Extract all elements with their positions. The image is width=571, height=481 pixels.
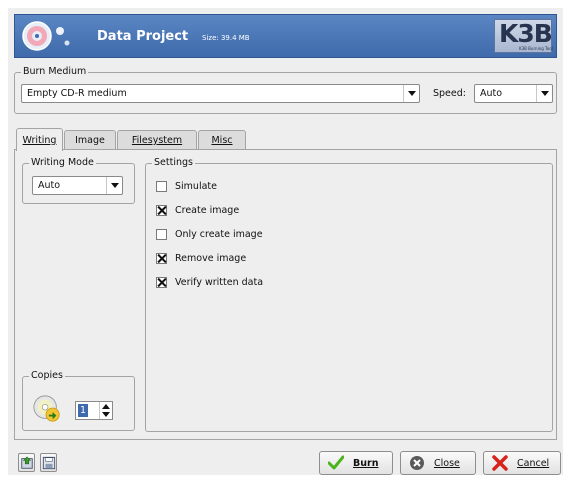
burn-button-label: Burn [353, 457, 379, 469]
medium-select-value: Empty CD-R medium [27, 88, 127, 99]
speed-label: Speed: [433, 88, 466, 99]
speed-select-value: Auto [480, 88, 503, 99]
decor-dots-icon [56, 27, 70, 46]
only-create-image-checkbox[interactable] [156, 228, 167, 240]
k3b-logo-subtext: K3B Burning Tool [519, 46, 553, 51]
k3b-logo-text: K3B [499, 19, 553, 48]
tab-filesystem[interactable]: Filesystem [117, 130, 197, 150]
option-only-create-image[interactable]: Only create image [156, 227, 263, 241]
option-verify-written-data[interactable]: Verify written data [156, 275, 263, 289]
verify-written-data-label: Verify written data [175, 276, 264, 288]
burn-medium-title: Burn Medium [21, 66, 89, 77]
burn-medium-group: Burn Medium Empty CD-R medium Speed: Aut… [14, 66, 557, 114]
writing-mode-title: Writing Mode [29, 157, 96, 168]
cancel-button-label: Cancel [517, 457, 550, 469]
copies-stepper[interactable] [99, 402, 112, 419]
step-up-icon[interactable] [102, 404, 110, 409]
remove-image-label: Remove image [175, 252, 247, 264]
copies-title: Copies [29, 370, 65, 381]
chevron-down-icon[interactable] [403, 85, 419, 102]
close-button-label: Close [434, 457, 460, 469]
copies-spinbox[interactable]: 1 [75, 401, 113, 420]
step-down-icon[interactable] [102, 412, 110, 417]
save-settings-icon [42, 456, 56, 470]
copies-disc-icon [33, 395, 60, 422]
speed-select[interactable]: Auto [474, 84, 553, 103]
option-remove-image[interactable]: Remove image [156, 251, 246, 265]
data-project-disc-icon [22, 21, 52, 51]
tab-image[interactable]: Image [64, 130, 116, 150]
option-create-image[interactable]: Create image [156, 203, 239, 217]
tab-filesystem-label: Filesystem [131, 135, 183, 146]
checkmark-icon [328, 455, 344, 470]
option-simulate[interactable]: Simulate [156, 179, 217, 193]
tab-misc-label: Misc [211, 135, 233, 146]
dialog-header: Data Project Size: 39.4 MB K3B K3B Burni… [14, 14, 557, 58]
remove-image-checkbox[interactable] [156, 252, 167, 264]
only-create-image-label: Only create image [175, 228, 263, 240]
k3b-logo: K3B K3B Burning Tool [494, 19, 553, 53]
simulate-checkbox[interactable] [156, 180, 167, 192]
writing-mode-group: Writing Mode Auto [22, 157, 135, 204]
writing-mode-value: Auto [38, 180, 61, 191]
burn-button[interactable]: Burn [319, 451, 393, 475]
cancel-x-icon [492, 455, 508, 471]
load-settings-icon [21, 456, 33, 469]
create-image-label: Create image [175, 204, 240, 216]
burn-dialog: Data Project Size: 39.4 MB K3B K3B Burni… [8, 8, 563, 475]
writing-mode-select[interactable]: Auto [32, 176, 123, 195]
tab-image-label: Image [75, 135, 105, 146]
project-size: Size: 39.4 MB [202, 34, 250, 42]
verify-written-data-checkbox[interactable] [156, 276, 167, 288]
project-title: Data Project [97, 29, 189, 44]
tab-panel-writing: Writing Mode Auto Copies 1 Settings Simu… [14, 149, 557, 440]
create-image-checkbox[interactable] [156, 204, 167, 216]
settings-group: Settings Simulate Create image Only crea… [145, 157, 553, 432]
chevron-down-icon[interactable] [536, 85, 552, 102]
tab-writing[interactable]: Writing [16, 128, 63, 151]
chevron-down-icon[interactable] [106, 177, 122, 194]
close-button[interactable]: Close [400, 451, 476, 475]
close-circle-icon [410, 456, 424, 470]
load-settings-button[interactable] [18, 453, 35, 472]
settings-title: Settings [152, 157, 195, 168]
medium-select[interactable]: Empty CD-R medium [21, 84, 420, 103]
tab-writing-label: Writing [22, 134, 57, 146]
cancel-button[interactable]: Cancel [483, 451, 561, 475]
copies-value[interactable]: 1 [78, 404, 88, 417]
save-settings-button[interactable] [40, 453, 57, 472]
copies-group: Copies 1 [22, 370, 135, 431]
tab-misc[interactable]: Misc [198, 130, 246, 150]
simulate-label: Simulate [175, 180, 217, 192]
